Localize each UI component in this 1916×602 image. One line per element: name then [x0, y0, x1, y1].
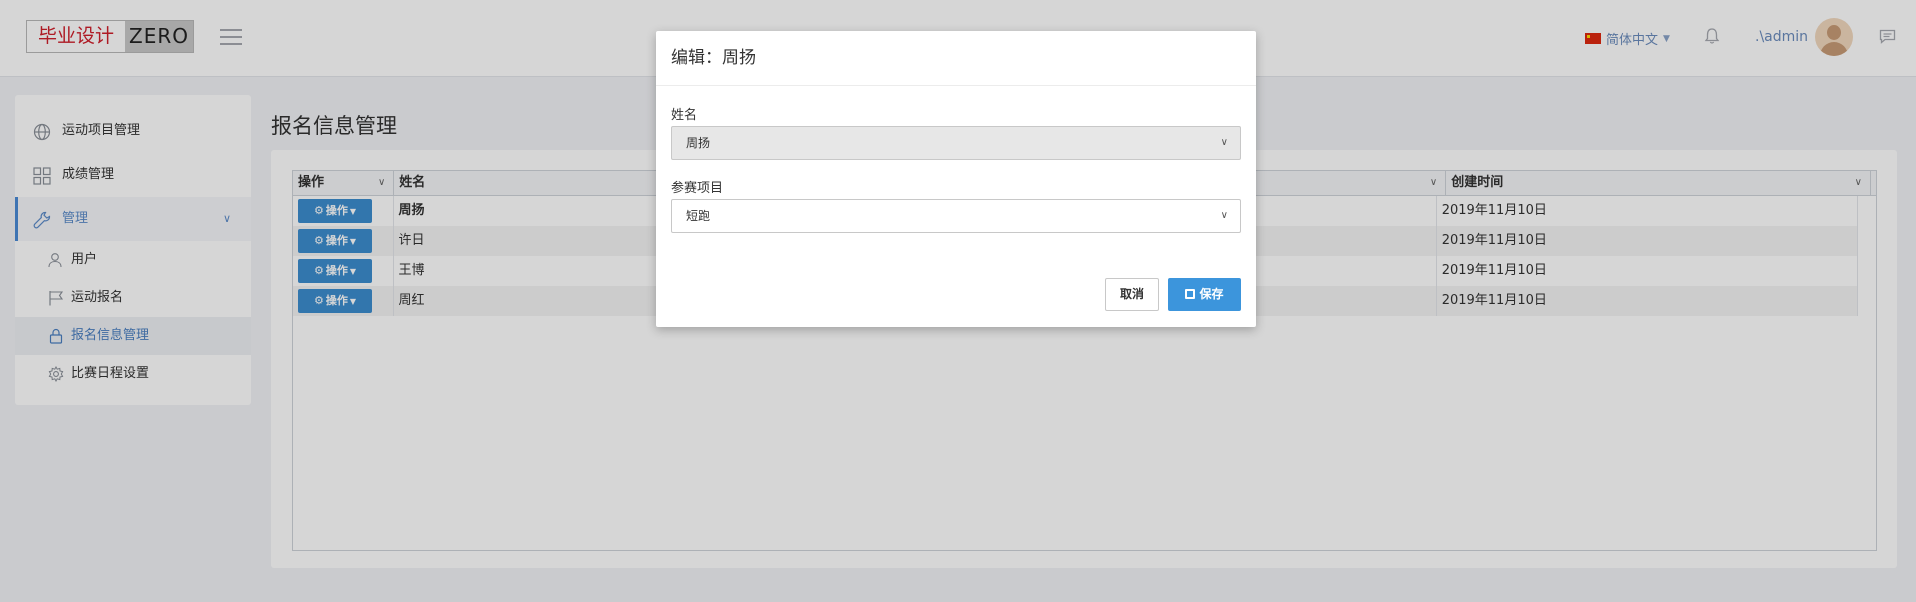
name-select-value: 周扬 [686, 136, 711, 150]
edit-dialog: 编辑：周扬 姓名 周扬 ∨ 参赛项目 短跑 ∨ 取消 保存 [656, 31, 1256, 327]
event-select-value: 短跑 [686, 209, 711, 223]
event-label: 参赛项目 [671, 181, 724, 196]
chevron-down-icon: ∨ [1220, 137, 1228, 148]
dialog-title: 编辑：周扬 [656, 31, 1256, 86]
save-icon [1185, 289, 1196, 299]
name-select: 周扬 ∨ [671, 126, 1241, 160]
chevron-down-icon: ∨ [1220, 210, 1228, 221]
save-button-label: 保存 [1199, 287, 1224, 301]
name-label: 姓名 [671, 108, 698, 123]
cancel-button[interactable]: 取消 [1105, 278, 1159, 311]
save-button[interactable]: 保存 [1168, 278, 1241, 311]
event-select[interactable]: 短跑 ∨ [671, 199, 1241, 233]
